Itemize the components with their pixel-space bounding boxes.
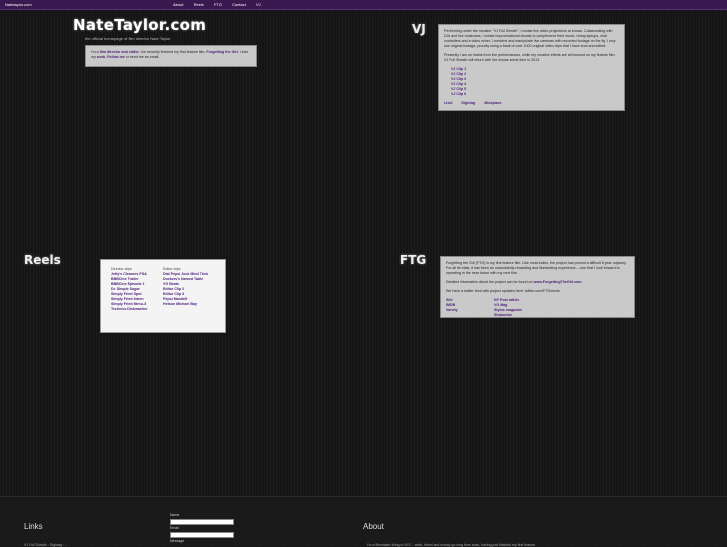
ftg-website-link[interactable]: www.ForgettingTheGirl.com [534,280,582,284]
director-clips-column: Director clips Jetty's Cleaners PSA BBBC… [111,267,163,312]
nav-ftg[interactable]: FTG [214,2,222,7]
message-label: Message [170,539,185,543]
ftg-section-title: FTG [400,253,427,267]
intro-text-mid: I've recently finished my first feature … [140,50,206,54]
vj-clip-list: VJ Clip 1 VJ Clip 2 VJ Clip 3 VJ Clip 4 … [451,67,619,97]
vj-links: Livid Digiclag Mixxplace [444,101,619,106]
ftg-links-grid: Site NY Post article IMDB VG Mag Variety… [446,298,629,318]
footer-about-title: About [363,522,384,531]
intro-link-work[interactable]: work. [97,55,106,59]
ftg-para-3: We have a twitter feed with project upda… [446,289,560,293]
site-title: NateTaylor.com [73,16,207,34]
vj-para-1: Performing under the moniker "VJ Full Sh… [444,29,616,48]
nav-vj[interactable]: VJ [256,2,261,7]
ftg-para-2: Detailed information about the project c… [446,280,629,285]
vj-clip-link[interactable]: VJ Clip 6 [451,92,619,97]
site-tagline: the official homepage of film director N… [85,36,171,41]
vj-section-title: VJ [412,22,426,36]
reels-columns: Director clips Jetty's Cleaners PSA BBBC… [111,267,215,312]
ftg-link [446,313,494,318]
ftg-para-2-text: Detailed information about the project c… [446,280,533,284]
vj-link-mixxplace[interactable]: Mixxplace [484,101,501,105]
email-label: Email [170,526,179,530]
ftg-panel: Forgetting the Girl (FTG) is my first fe… [440,256,635,318]
vj-panel: Performing under the moniker "VJ Full Sh… [438,24,625,111]
footer-links-title: Links [24,522,43,531]
reel-link[interactable]: Technics Dishwasher [111,307,163,312]
nav-reels[interactable]: Reels [194,2,204,7]
vj-link-livid[interactable]: Livid [444,101,452,105]
intro-link-ftg[interactable]: Forgetting the Girl. [206,50,238,54]
nav-contact[interactable]: Contact [232,2,246,7]
editor-clips-column: Editor clips Dial Pepsi Jock Mind Trick … [163,267,215,312]
footer: Links VJ Full Sheath · Digiclag · ... Na… [0,496,727,547]
brand-link[interactable]: Natetaylor.com [5,0,32,9]
vj-link-digiclag[interactable]: Digiclag [461,101,475,105]
name-label: Name [170,513,180,517]
intro-link-director[interactable]: film director and editor. [100,50,140,54]
intro-text-start: I'm a [91,50,99,54]
reels-section-title: Reels [24,253,61,267]
footer-about-text: I'm a filmmaker living in NYC - write, d… [367,543,536,547]
name-input[interactable] [170,519,234,525]
nav-menu: About Reels FTG Contact VJ [173,0,270,9]
intro-text-end: or send me an email. [125,55,160,59]
intro-panel: I'm a film director and editor. I've rec… [85,45,257,67]
ftg-link[interactable]: Shabuzine [494,313,584,318]
email-input[interactable] [170,532,234,538]
top-navigation-bar: Natetaylor.com About Reels FTG Contact V… [0,0,727,10]
ftg-para-1: Forgetting the Girl (FTG) is my first fe… [446,261,627,275]
reel-link[interactable]: Hetson Michael Bay [163,302,215,307]
reels-panel: Director clips Jetty's Cleaners PSA BBBC… [100,259,226,333]
vj-para-2: Presently I am on hiatus from live perfo… [444,53,616,62]
nav-about[interactable]: About [173,2,183,7]
intro-link-follow[interactable]: Follow me [107,55,125,59]
footer-links-line[interactable]: VJ Full Sheath · Digiclag · ... [24,543,68,547]
